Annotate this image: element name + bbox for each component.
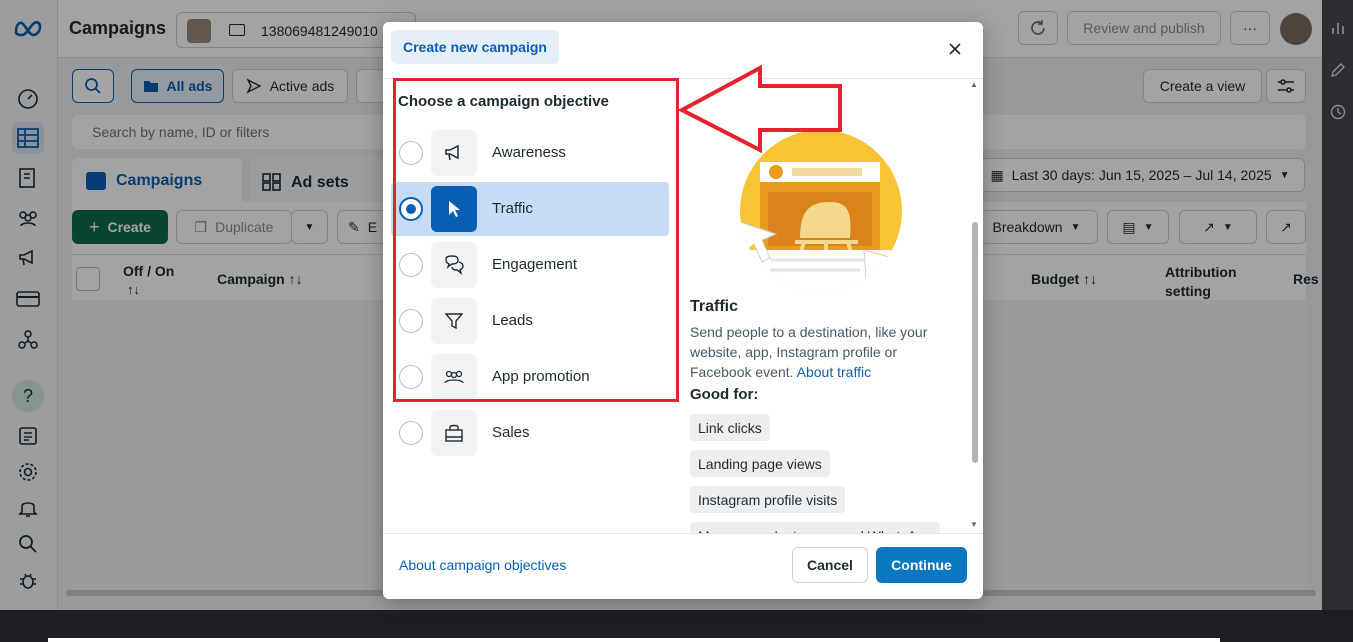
close-button[interactable] [944, 38, 966, 60]
good-for-chip: Link clicks [690, 414, 770, 441]
objective-sales-radio[interactable] [399, 421, 423, 445]
continue-button[interactable]: Continue [876, 547, 967, 583]
taskbar-highlight [48, 638, 1220, 642]
close-icon [949, 43, 961, 55]
good-for-chip: Landing page views [690, 450, 830, 477]
clock-icon[interactable] [1330, 104, 1346, 120]
footer-divider [383, 533, 983, 534]
detail-title: Traffic [690, 298, 739, 315]
shopping-bag-icon [431, 410, 477, 456]
scroll-down-icon[interactable]: ▼ [970, 520, 978, 529]
objective-sales[interactable]: Sales [391, 406, 669, 460]
about-objectives-link[interactable]: About campaign objectives [399, 557, 566, 573]
annotation-highlight-box [393, 78, 679, 402]
chart-bars-icon[interactable] [1330, 20, 1346, 36]
annotation-arrow-icon [678, 64, 844, 156]
objective-label: Sales [492, 424, 530, 441]
dialog-title: Create new campaign [391, 30, 559, 64]
cancel-button[interactable]: Cancel [792, 547, 868, 583]
detail-description: Send people to a destination, like your … [690, 322, 960, 382]
about-traffic-link[interactable]: About traffic [797, 364, 871, 380]
right-side-panel [1322, 0, 1353, 642]
good-for-heading: Good for: [690, 386, 759, 403]
good-for-chip: Messenger, Instagram and WhatsApp [690, 522, 941, 533]
scroll-up-icon[interactable]: ▲ [970, 80, 978, 89]
good-for-chip: Instagram profile visits [690, 486, 846, 513]
scroll-thumb[interactable] [972, 222, 978, 463]
pencil-icon[interactable] [1330, 62, 1346, 78]
